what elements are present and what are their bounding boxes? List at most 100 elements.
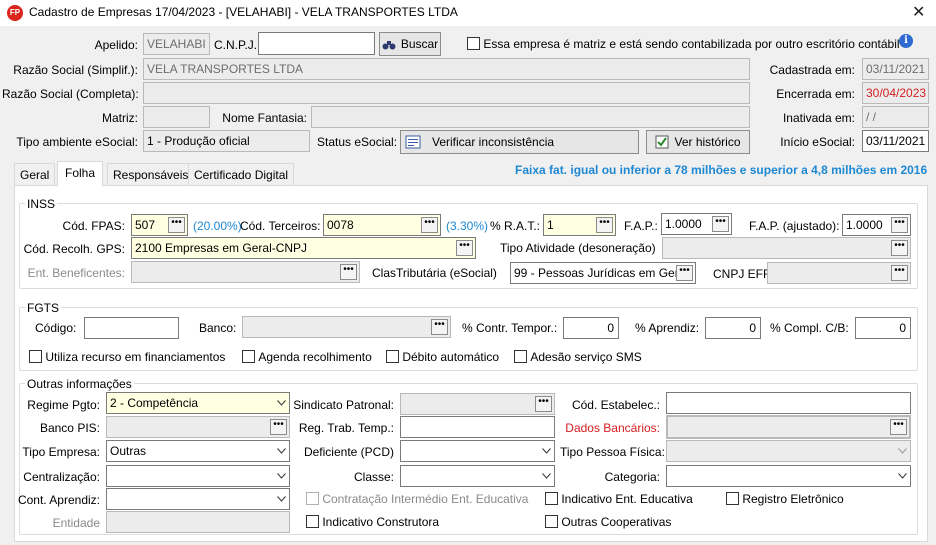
tipo-amb-field[interactable]: 1 - Produção oficial xyxy=(143,130,310,152)
matriz-checkbox[interactable] xyxy=(467,37,480,51)
estabelec-input[interactable] xyxy=(666,392,911,414)
adesao-sms-row[interactable]: Adesão serviço SMS xyxy=(514,349,642,364)
razao-comp-field[interactable] xyxy=(143,82,750,104)
agenda-recolhimento-row[interactable]: Agenda recolhimento xyxy=(242,349,372,364)
ind-construtora-checkbox[interactable] xyxy=(306,515,319,529)
dados-bancarios-ellipsis-button[interactable]: ••• xyxy=(890,419,907,435)
fap-ellipsis-button[interactable]: ••• xyxy=(712,216,729,232)
financiamentos-checkbox[interactable] xyxy=(29,350,42,364)
apelido-field[interactable]: VELAHABI xyxy=(143,33,210,55)
compl-cb-input[interactable]: 0 xyxy=(855,317,911,339)
gps-ellipsis-button[interactable]: ••• xyxy=(456,240,473,256)
outras-cooperativas-label: Outras Cooperativas xyxy=(561,514,672,529)
banco-pis-ellipsis-button[interactable]: ••• xyxy=(270,419,287,435)
registro-eletronico-row[interactable]: Registro Eletrônico xyxy=(726,491,844,506)
tipo-pessoa-fisica-select[interactable] xyxy=(666,440,911,462)
fap-field[interactable]: 1.0000 ••• xyxy=(661,213,732,235)
inicio-esocial-field[interactable]: 03/11/2021 xyxy=(862,130,929,152)
cadastrada-label: Cadastrada em: xyxy=(769,63,855,77)
contratacao-row[interactable]: Contratação Intermédio Ent. Educativa xyxy=(306,491,528,506)
chevron-down-icon[interactable] xyxy=(538,441,554,461)
tab-folha[interactable]: Folha xyxy=(57,161,104,186)
info-icon[interactable]: i xyxy=(899,34,913,48)
tipo-empresa-select[interactable]: Outras xyxy=(106,440,290,462)
debito-automatico-row[interactable]: Débito automático xyxy=(386,349,499,364)
reg-trab-input[interactable] xyxy=(400,416,555,438)
categoria-select[interactable] xyxy=(666,465,911,487)
entidade-field[interactable] xyxy=(106,511,290,533)
matriz-checkbox-row[interactable]: Essa empresa é matriz e está sendo conta… xyxy=(467,36,900,51)
gps-field[interactable]: 2100 Empresas em Geral-CNPJ ••• xyxy=(131,237,476,259)
sindicato-field[interactable]: ••• xyxy=(400,393,555,415)
encerrada-field[interactable]: 30/04/2023 xyxy=(862,82,929,104)
financiamentos-row[interactable]: Utiliza recurso em financiamentos xyxy=(29,349,225,364)
clastrib-ellipsis-button[interactable]: ••• xyxy=(676,265,693,281)
chevron-down-icon[interactable] xyxy=(273,466,289,486)
compl-cb-label: % Compl. C/B: xyxy=(770,321,849,335)
inativada-field[interactable]: / / xyxy=(862,106,929,128)
chevron-down-icon[interactable] xyxy=(894,466,910,486)
beneficentes-ellipsis-button[interactable]: ••• xyxy=(340,264,357,280)
fgts-banco-field[interactable]: ••• xyxy=(242,316,451,338)
fgts-codigo-input[interactable] xyxy=(84,317,179,339)
razao-simpl-field[interactable]: VELA TRANSPORTES LTDA xyxy=(143,58,750,80)
contratacao-checkbox[interactable] xyxy=(306,492,319,506)
cnpj-efr-field[interactable]: ••• xyxy=(767,262,911,284)
fpas-ellipsis-button[interactable]: ••• xyxy=(168,217,185,233)
agenda-recolhimento-checkbox[interactable] xyxy=(242,350,255,364)
rat-field[interactable]: 1 ••• xyxy=(543,214,616,236)
cadastrada-field[interactable]: 03/11/2021 xyxy=(862,58,929,80)
terceiros-field[interactable]: 0078 ••• xyxy=(323,214,441,236)
tab-responsaveis[interactable]: Responsáveis xyxy=(107,163,195,185)
adesao-sms-checkbox[interactable] xyxy=(514,350,527,364)
faixa-faturamento-text: Faixa fat. igual ou inferior a 78 milhõe… xyxy=(515,163,928,177)
outras-cooperativas-row[interactable]: Outras Cooperativas xyxy=(545,514,671,529)
matriz-field[interactable] xyxy=(143,106,210,128)
fap-ajustado-field[interactable]: 1.0000 ••• xyxy=(842,214,911,236)
chevron-down-icon[interactable] xyxy=(273,489,289,509)
chevron-down-icon[interactable] xyxy=(273,441,289,461)
debito-automatico-checkbox[interactable] xyxy=(386,350,399,364)
tipo-atividade-ellipsis-button[interactable]: ••• xyxy=(891,240,908,256)
classe-select[interactable] xyxy=(400,465,555,487)
fantasia-field[interactable] xyxy=(311,106,750,128)
terceiros-percent: (3.30%) xyxy=(446,219,489,233)
regime-select[interactable]: 2 - Competência xyxy=(106,392,290,414)
deficiente-select[interactable] xyxy=(400,440,555,462)
banco-pis-field[interactable]: ••• xyxy=(106,416,290,438)
buscar-button[interactable]: Buscar xyxy=(379,32,441,56)
razao-comp-label: Razão Social (Completa): xyxy=(2,87,139,101)
status-esocial-button[interactable]: Verificar inconsistência xyxy=(400,130,639,154)
ind-ent-educativa-checkbox[interactable] xyxy=(545,492,558,506)
fpas-field[interactable]: 507 ••• xyxy=(131,214,188,236)
outras-cooperativas-checkbox[interactable] xyxy=(545,515,558,529)
cnpj-input[interactable] xyxy=(258,32,375,55)
chevron-down-icon[interactable] xyxy=(894,441,910,461)
rat-ellipsis-button[interactable]: ••• xyxy=(596,217,613,233)
adesao-sms-label: Adesão serviço SMS xyxy=(530,349,642,364)
tipo-atividade-field[interactable]: ••• xyxy=(662,237,911,259)
registro-eletronico-checkbox[interactable] xyxy=(726,492,739,506)
dados-bancarios-field[interactable]: ••• xyxy=(666,415,911,439)
sindicato-ellipsis-button[interactable]: ••• xyxy=(535,396,552,412)
tab-geral[interactable]: Geral xyxy=(14,163,56,185)
chevron-down-icon[interactable] xyxy=(273,393,289,413)
fgts-banco-ellipsis-button[interactable]: ••• xyxy=(431,319,448,335)
tab-certificado-digital[interactable]: Certificado Digital xyxy=(188,163,295,185)
ver-historico-button[interactable]: Ver histórico xyxy=(646,130,750,154)
contr-tempor-input[interactable]: 0 xyxy=(563,317,619,339)
centralizacao-select[interactable] xyxy=(106,465,290,487)
clastrib-field[interactable]: 99 - Pessoas Jurídicas em Gera ••• xyxy=(510,262,696,284)
fgts-banco-label: Banco: xyxy=(199,321,237,335)
aprendiz-input[interactable]: 0 xyxy=(705,317,761,339)
terceiros-label: Cód. Terceiros: xyxy=(240,219,321,233)
ind-ent-educativa-row[interactable]: Indicativo Ent. Educativa xyxy=(545,491,693,506)
chevron-down-icon[interactable] xyxy=(538,466,554,486)
terceiros-ellipsis-button[interactable]: ••• xyxy=(421,217,438,233)
close-icon[interactable]: ✕ xyxy=(912,2,925,22)
beneficentes-field[interactable]: ••• xyxy=(131,261,360,283)
fap-ajustado-ellipsis-button[interactable]: ••• xyxy=(891,217,908,233)
ind-construtora-row[interactable]: Indicativo Construtora xyxy=(306,514,439,529)
cont-aprendiz-select[interactable] xyxy=(106,488,290,510)
cnpj-efr-ellipsis-button[interactable]: ••• xyxy=(891,265,908,281)
